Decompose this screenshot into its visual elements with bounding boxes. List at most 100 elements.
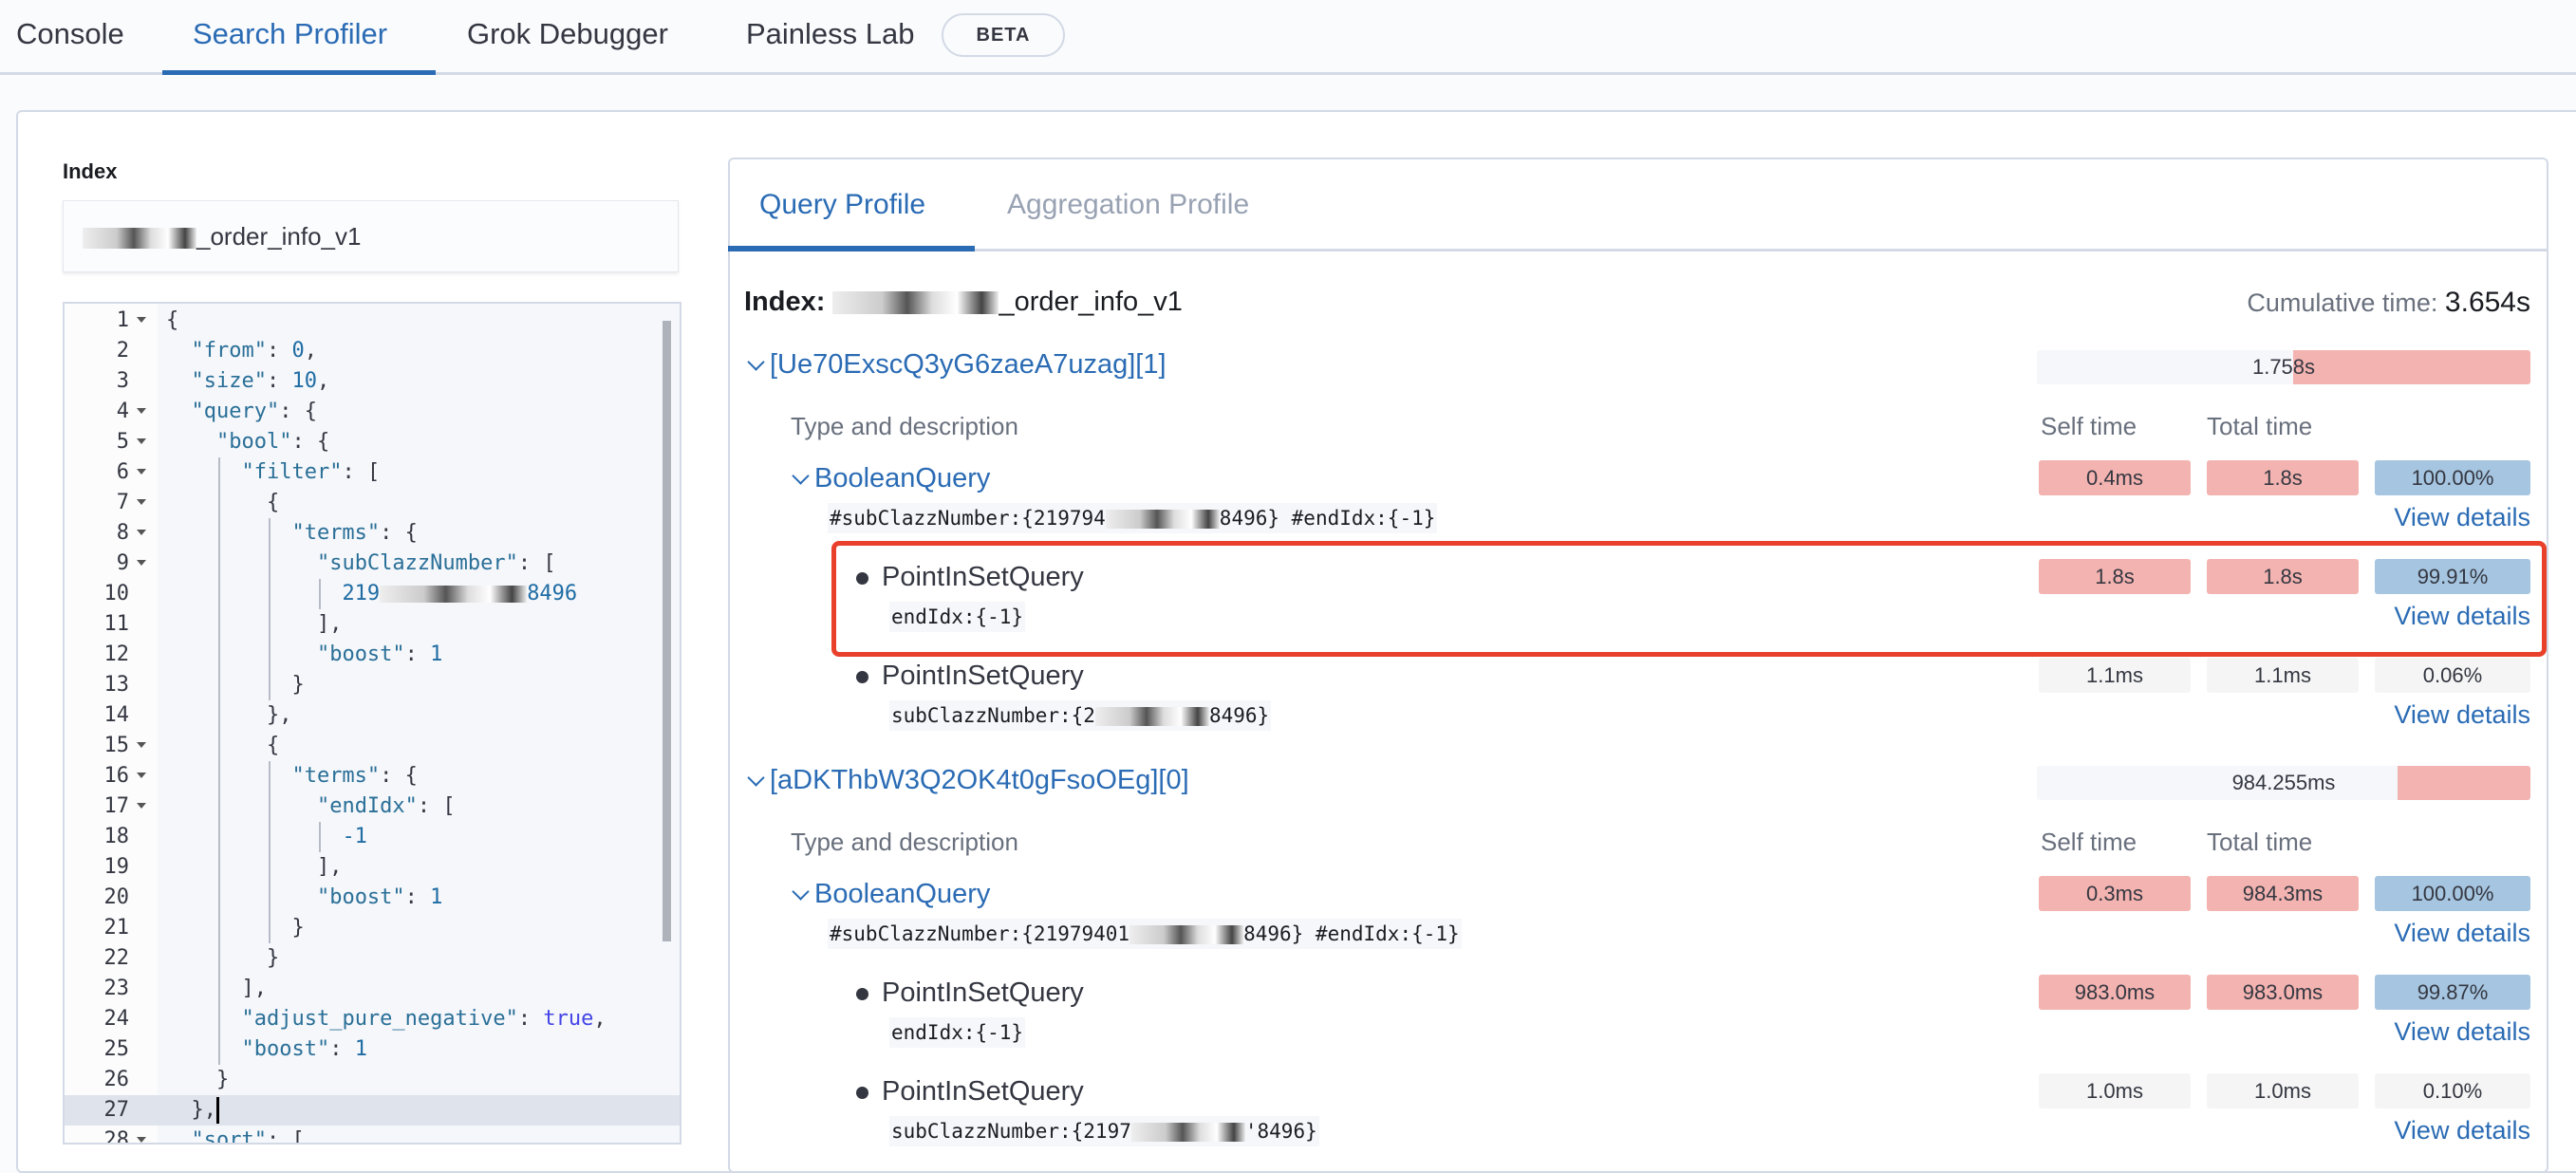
- editor-line[interactable]: 26 }: [65, 1065, 680, 1095]
- line-number: 11: [103, 612, 130, 636]
- code-text: -1: [342, 825, 367, 848]
- line-number: 23: [103, 977, 130, 1000]
- cumulative-time: Cumulative time: 3.654s: [2247, 287, 2530, 319]
- view-details-link[interactable]: View details: [2394, 503, 2530, 532]
- editor-line[interactable]: 11 ],: [65, 609, 680, 640]
- editor-line[interactable]: 2 "from": 0,: [65, 336, 680, 366]
- code-text: "bool": {: [215, 430, 330, 454]
- code-text: "query": {: [191, 400, 317, 423]
- editor-line[interactable]: 13 }: [65, 670, 680, 700]
- shard-name[interactable]: [Ue70ExscQ3yG6zaeA7uzag][1]: [770, 349, 1167, 380]
- line-number: 3: [116, 369, 129, 393]
- editor-line[interactable]: 9 "subClazzNumber": [: [65, 549, 680, 579]
- shard-time-label: 1.758s: [2251, 355, 2316, 379]
- fold-arrow-icon[interactable]: [137, 469, 146, 475]
- code-text: }: [166, 673, 305, 697]
- editor-line[interactable]: 16 "terms": {: [65, 761, 680, 791]
- line-number: 19: [103, 855, 130, 879]
- profile-index-title: Index: _order_info_v1: [744, 287, 1183, 318]
- index-input[interactable]: _order_info_v1: [63, 200, 679, 272]
- fold-arrow-icon[interactable]: [137, 1137, 146, 1143]
- editor-line[interactable]: 12 "boost": 1: [65, 640, 680, 670]
- fold-arrow-icon[interactable]: [137, 530, 146, 535]
- tab-query-profile[interactable]: Query Profile: [759, 186, 925, 224]
- fold-arrow-icon[interactable]: [137, 499, 146, 505]
- query-type: PointInSetQuery: [856, 1074, 1084, 1108]
- code-text: }: [166, 1068, 230, 1091]
- editor-scrollbar[interactable]: [663, 321, 671, 941]
- editor-line[interactable]: 27 },: [65, 1095, 680, 1126]
- chevron-down-icon[interactable]: [792, 883, 810, 901]
- fold-arrow-icon[interactable]: [137, 317, 146, 323]
- fold-arrow-icon[interactable]: [137, 560, 146, 566]
- editor-line[interactable]: 1{: [65, 306, 680, 336]
- view-details-link[interactable]: View details: [2394, 1116, 2530, 1145]
- shard-time-label: 984.255ms: [2231, 771, 2336, 794]
- editor-line[interactable]: 8 "terms": {: [65, 518, 680, 549]
- code-text: "filter": [: [241, 460, 381, 484]
- line-number: 14: [103, 703, 130, 727]
- redacted-text: [1130, 1123, 1245, 1142]
- view-details-link[interactable]: View details: [2394, 919, 2530, 948]
- code-text: ],: [166, 855, 343, 879]
- description-prefix: #subClazzNumber:{219794: [830, 507, 1106, 530]
- editor-line[interactable]: 10 219 8496: [65, 579, 680, 609]
- editor-line[interactable]: 18 -1: [65, 822, 680, 852]
- fold-arrow-icon[interactable]: [137, 742, 146, 748]
- query-type-label: PointInSetQuery: [882, 978, 1084, 1008]
- tab-grok-debugger[interactable]: Grok Debugger: [467, 13, 668, 55]
- query-editor[interactable]: 1{2 "from": 0, 3 "size": 10, 4 "query": {5…: [63, 302, 681, 1145]
- code-text: "terms": {: [291, 521, 418, 545]
- editor-line[interactable]: 6 "filter": [: [65, 457, 680, 488]
- self-time-badge: 1.0ms: [2039, 1073, 2191, 1108]
- active-tab-indicator: [162, 70, 436, 75]
- tab-console[interactable]: Console: [16, 13, 124, 55]
- shard-header[interactable]: [aDKThbW3Q2OK4t0gFsoOEg][0]: [746, 763, 1189, 797]
- editor-line[interactable]: 21 }: [65, 913, 680, 943]
- column-header-self-time: Self time: [2041, 828, 2137, 856]
- bullet-icon: [856, 1086, 868, 1099]
- percentage-badge: 0.10%: [2375, 1073, 2530, 1108]
- tab-painless-lab[interactable]: Painless Lab: [746, 13, 915, 55]
- view-details-link[interactable]: View details: [2394, 1017, 2530, 1047]
- editor-line[interactable]: 5 "bool": {: [65, 427, 680, 457]
- chevron-down-icon[interactable]: [747, 769, 765, 787]
- editor-line[interactable]: 24 "adjust_pure_negative": true,: [65, 1004, 680, 1034]
- fold-arrow-icon[interactable]: [137, 773, 146, 778]
- tab-search-profiler[interactable]: Search Profiler: [193, 13, 387, 55]
- column-header-self-time: Self time: [2041, 412, 2137, 440]
- editor-line[interactable]: 3 "size": 10,: [65, 366, 680, 397]
- query-type: PointInSetQuery: [856, 659, 1084, 693]
- bullet-icon: [856, 987, 868, 1000]
- shard-header[interactable]: [Ue70ExscQ3yG6zaeA7uzag][1]: [746, 347, 1167, 382]
- editor-line[interactable]: 25 "boost": 1: [65, 1034, 680, 1065]
- editor-line[interactable]: 22 }: [65, 943, 680, 974]
- code-text: "adjust_pure_negative": true,: [241, 1007, 607, 1031]
- query-type[interactable]: BooleanQuery: [791, 461, 990, 495]
- editor-line[interactable]: 19 ],: [65, 852, 680, 883]
- redacted-text: [832, 291, 999, 315]
- editor-line[interactable]: 7 {: [65, 488, 680, 518]
- editor-line[interactable]: 4 "query": {: [65, 397, 680, 427]
- shard-name[interactable]: [aDKThbW3Q2OK4t0gFsoOEg][0]: [770, 765, 1189, 795]
- tab-aggregation-profile[interactable]: Aggregation Profile: [1007, 186, 1249, 224]
- code-text: 219 8496: [342, 582, 578, 605]
- query-type-label: BooleanQuery: [814, 463, 991, 493]
- editor-line[interactable]: 23 ],: [65, 974, 680, 1004]
- editor-line[interactable]: 14 },: [65, 700, 680, 731]
- query-type[interactable]: BooleanQuery: [791, 877, 990, 911]
- line-number: 15: [103, 734, 130, 757]
- editor-line[interactable]: 28 "sort": [: [65, 1126, 680, 1143]
- editor-line[interactable]: 15 {: [65, 731, 680, 761]
- fold-arrow-icon[interactable]: [137, 408, 146, 414]
- chevron-down-icon[interactable]: [792, 467, 810, 485]
- editor-line[interactable]: 17 "endIdx": [: [65, 791, 680, 822]
- fold-arrow-icon[interactable]: [137, 438, 146, 444]
- fold-arrow-icon[interactable]: [137, 803, 146, 809]
- profile-index-value: _order_info_v1: [999, 287, 1183, 317]
- code-text-tail: 8496: [527, 582, 578, 605]
- editor-line[interactable]: 20 "boost": 1: [65, 883, 680, 913]
- view-details-link[interactable]: View details: [2394, 700, 2530, 730]
- line-number: 26: [103, 1068, 130, 1091]
- chevron-down-icon[interactable]: [747, 353, 765, 371]
